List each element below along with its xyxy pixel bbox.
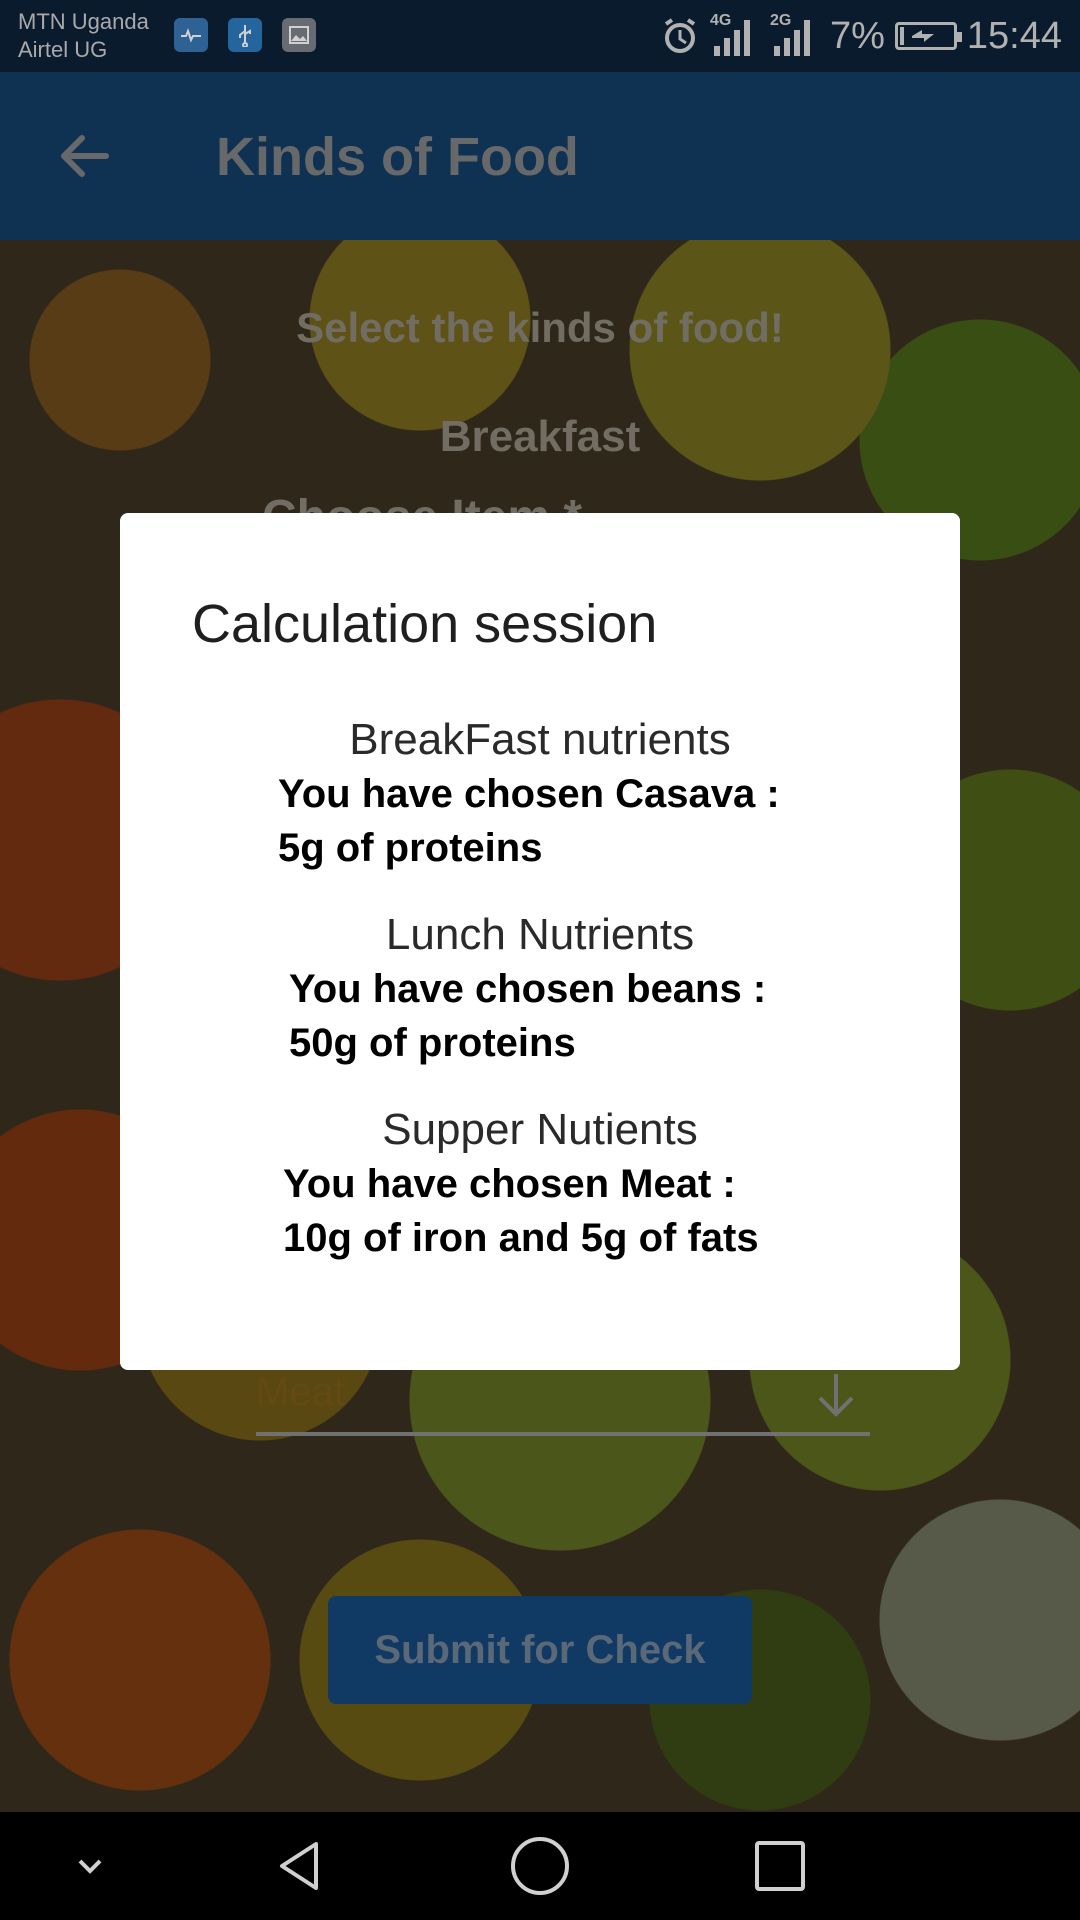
recents-icon[interactable] <box>720 1812 840 1920</box>
supper-nutrients: Supper Nutients You have chosen Meat : 1… <box>120 1103 960 1265</box>
supper-text: You have chosen Meat : 10g of iron and 5… <box>283 1162 759 1260</box>
hide-icon[interactable] <box>30 1812 150 1920</box>
breakfast-heading: BreakFast nutrients <box>349 715 731 764</box>
breakfast-nutrients: BreakFast nutrients You have chosen Casa… <box>120 713 960 875</box>
breakfast-text: You have chosen Casava : 5g of proteins <box>278 772 780 870</box>
lunch-text: You have chosen beans : 50g of proteins <box>289 967 767 1065</box>
supper-heading: Supper Nutients <box>382 1105 698 1154</box>
dialog-title: Calculation session <box>192 594 658 654</box>
nav-bar <box>0 1812 1080 1920</box>
calculation-dialog: Calculation session BreakFast nutrients … <box>120 513 960 1370</box>
lunch-nutrients: Lunch Nutrients You have chosen beans : … <box>120 908 960 1070</box>
home-icon[interactable] <box>480 1812 600 1920</box>
back-icon[interactable] <box>240 1812 360 1920</box>
lunch-heading: Lunch Nutrients <box>385 910 695 959</box>
